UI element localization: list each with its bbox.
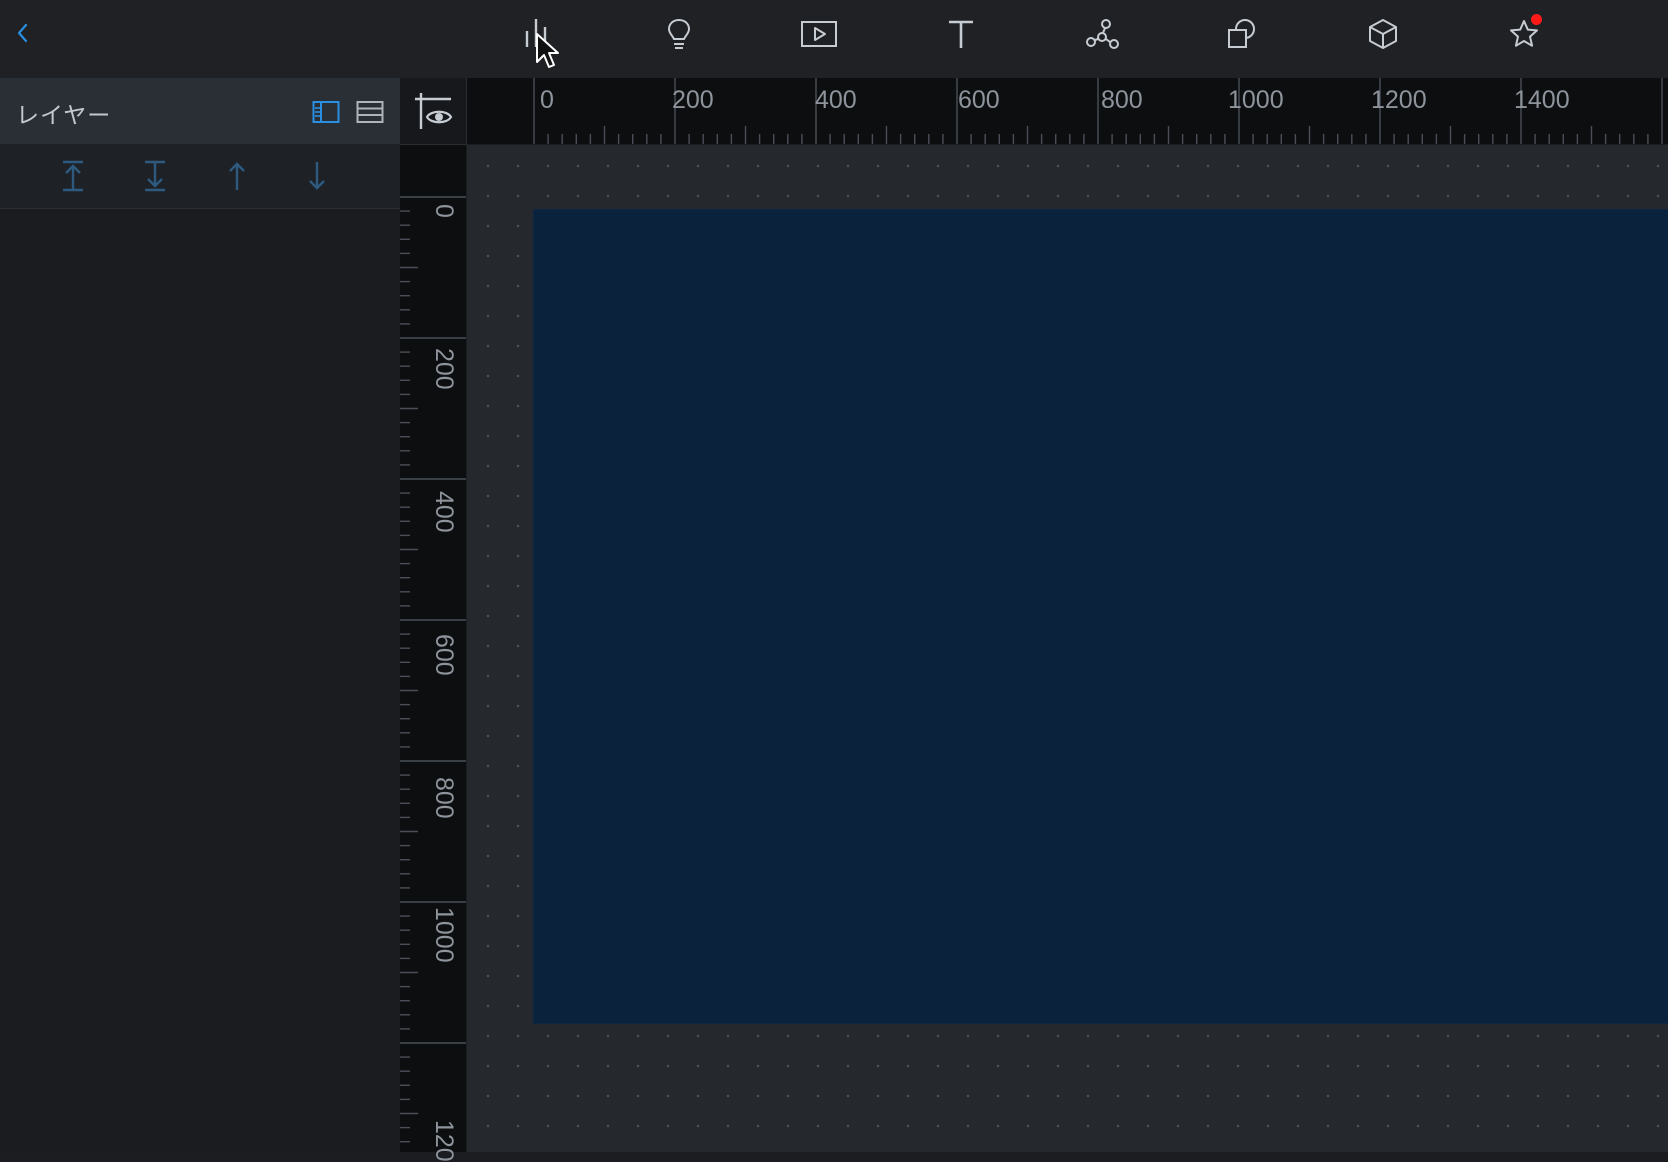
bring-to-front-icon: [63, 160, 83, 192]
ruler-visibility-toggle[interactable]: [400, 78, 467, 145]
play-video-icon: [801, 21, 837, 47]
ruler-h-label: 0: [540, 86, 554, 114]
ruler-h-label: 1000: [1228, 86, 1284, 114]
favorites-tool-button[interactable]: [1502, 14, 1546, 54]
ruler-h-label: 400: [815, 86, 857, 114]
ruler-v-label: 0: [430, 204, 458, 218]
horizontal-ruler-ticks: [533, 78, 1663, 144]
chevron-left-icon: [17, 23, 28, 43]
notification-badge: [1531, 14, 1542, 25]
canvas-workspace[interactable]: [467, 145, 1668, 1152]
mouse-cursor-icon: [536, 33, 559, 68]
ruler-v-label: 200: [430, 348, 458, 390]
bring-to-front-button[interactable]: [55, 158, 91, 194]
layer-detail-view-icon: [312, 101, 340, 123]
layer-panel: レイヤー: [0, 78, 400, 1152]
text-tool-button[interactable]: [939, 14, 983, 54]
cube-icon: [1369, 19, 1397, 49]
media-tool-button[interactable]: [797, 14, 841, 54]
ruler-v-label: 400: [430, 491, 458, 533]
layer-list-view-icon: [356, 101, 384, 123]
ruler-h-label: 800: [1101, 86, 1143, 114]
send-backward-button[interactable]: [299, 158, 335, 194]
bring-forward-button[interactable]: [219, 158, 255, 194]
send-to-back-icon: [145, 160, 165, 192]
top-toolbar: [0, 0, 1668, 78]
shapes-icon: [1228, 19, 1255, 48]
ruler-v-label: 600: [430, 634, 458, 676]
idea-tool-button[interactable]: [657, 14, 701, 54]
send-to-back-button[interactable]: [137, 158, 173, 194]
artboard[interactable]: [534, 210, 1668, 1023]
horizontal-ruler[interactable]: 0 200 400 600 800 1000 1200 1400: [467, 78, 1668, 144]
network-tool-button[interactable]: [1080, 14, 1124, 54]
3d-tool-button[interactable]: [1361, 14, 1405, 54]
lightbulb-icon: [667, 18, 691, 49]
send-backward-icon: [309, 162, 325, 190]
back-button[interactable]: [10, 18, 34, 48]
shapes-tool-button[interactable]: [1220, 14, 1264, 54]
layer-order-toolbar: [0, 144, 400, 209]
vertical-ruler[interactable]: 0 200 400 600 800 1000 120: [400, 145, 466, 1162]
ruler-v-label: 120: [430, 1120, 458, 1162]
layer-detail-view-button[interactable]: [311, 98, 341, 126]
layer-panel-header: レイヤー: [0, 78, 400, 144]
ruler-v-label: 1000: [430, 907, 458, 963]
panel-title: レイヤー: [16, 102, 112, 128]
ruler-h-label: 1200: [1371, 86, 1427, 114]
text-icon: [949, 20, 973, 48]
ruler-v-label: 800: [430, 777, 458, 819]
network-graph-icon: [1086, 19, 1119, 49]
ruler-h-label: 600: [958, 86, 1000, 114]
layer-list-view-button[interactable]: [355, 98, 385, 126]
ruler-h-label: 200: [672, 86, 714, 114]
ruler-eye-icon: [415, 93, 453, 129]
bring-forward-icon: [229, 162, 245, 190]
ruler-h-label: 1400: [1514, 86, 1570, 114]
